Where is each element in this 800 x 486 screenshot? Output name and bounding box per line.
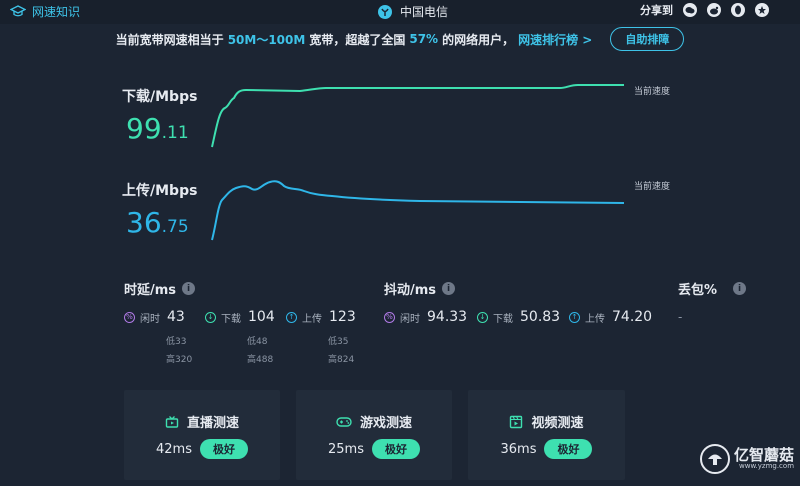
- arrow-down-icon: ↓: [205, 311, 216, 323]
- mushroom-logo-icon: [700, 444, 730, 474]
- jitter-info-icon[interactable]: i: [442, 282, 456, 295]
- latency-idle: % 闲时 43: [124, 309, 185, 325]
- jitter-title: 抖动/ms i: [384, 279, 456, 298]
- live-stream-ms: 42ms: [156, 441, 192, 457]
- jitter-idle-value: 94.33: [427, 309, 468, 325]
- upload-speed-curve: [211, 180, 625, 241]
- latency-info-icon[interactable]: i: [182, 282, 196, 295]
- latency-up-value: 123: [329, 309, 356, 325]
- video-ms: 36ms: [500, 441, 537, 457]
- latency-idle-high: 高320: [166, 355, 193, 365]
- jitter-idle: % 闲时 94.33: [384, 309, 467, 325]
- game-badge: 极好: [371, 439, 420, 459]
- idle-icon: %: [384, 311, 395, 323]
- jitter-download: ↓ 下载 50.83: [477, 309, 560, 325]
- game-test-title: 游戏测速: [296, 412, 452, 431]
- gamepad-icon: [336, 416, 352, 427]
- live-stream-test-card[interactable]: 直播测速 42ms 极好: [124, 390, 280, 480]
- latency-up-high: 高824: [328, 355, 355, 365]
- video-test-card[interactable]: 视频测速 36ms 极好: [468, 390, 625, 480]
- latency-idle-value: 43: [167, 309, 185, 325]
- jitter-down-label: 下载: [493, 313, 513, 325]
- idle-icon: %: [124, 311, 135, 323]
- game-test-card[interactable]: 游戏测速 25ms 极好: [296, 390, 452, 480]
- latency-idle-low: 低33: [166, 337, 187, 347]
- arrow-up-icon: ↑: [286, 311, 297, 323]
- live-stream-test-title: 直播测速: [124, 412, 280, 431]
- jitter-up-label: 上传: [585, 313, 605, 325]
- film-icon: [510, 415, 523, 428]
- watermark: 亿智蘑菇 www.yzmg.com: [700, 444, 794, 474]
- latency-idle-label: 闲时: [140, 313, 160, 325]
- live-stream-badge: 极好: [199, 439, 248, 459]
- video-test-label: 视频测速: [531, 416, 584, 431]
- video-test-title: 视频测速: [468, 412, 625, 431]
- jitter-upload: ↑ 上传 74.20: [569, 309, 652, 325]
- download-speed-curve: [211, 84, 624, 148]
- latency-down-high: 高488: [247, 355, 274, 365]
- jitter-up-value: 74.20: [612, 309, 653, 325]
- live-stream-test-label: 直播测速: [186, 416, 239, 431]
- live-stream-test-result: 42ms 极好: [124, 439, 280, 459]
- packet-loss-value: -: [678, 310, 683, 324]
- latency-title-text: 时延/ms: [124, 283, 177, 298]
- tv-icon: [165, 415, 179, 428]
- arrow-up-icon: ↑: [569, 311, 580, 323]
- latency-upload: ↑ 上传 123: [286, 309, 356, 325]
- latency-up-low: 低35: [328, 337, 349, 347]
- packet-loss-title: 丢包% i: [678, 279, 747, 298]
- latency-up-label: 上传: [302, 313, 322, 325]
- game-test-result: 25ms 极好: [296, 439, 452, 459]
- latency-down-label: 下载: [221, 313, 241, 325]
- game-ms: 25ms: [328, 441, 364, 457]
- jitter-down-value: 50.83: [520, 309, 561, 325]
- game-test-label: 游戏测速: [359, 416, 412, 431]
- latency-download: ↓ 下载 104: [205, 309, 275, 325]
- latency-title: 时延/ms i: [124, 279, 196, 298]
- arrow-down-icon: ↓: [477, 311, 488, 323]
- watermark-url: www.yzmg.com: [739, 462, 795, 470]
- watermark-name: 亿智蘑菇: [734, 446, 795, 464]
- packet-loss-title-text: 丢包%: [678, 283, 718, 298]
- video-badge: 极好: [544, 439, 593, 459]
- jitter-idle-label: 闲时: [400, 313, 420, 325]
- jitter-title-text: 抖动/ms: [384, 283, 437, 298]
- latency-down-value: 104: [248, 309, 275, 325]
- packet-loss-info-icon[interactable]: i: [733, 282, 747, 295]
- video-test-result: 36ms 极好: [468, 439, 625, 459]
- latency-down-low: 低48: [247, 337, 268, 347]
